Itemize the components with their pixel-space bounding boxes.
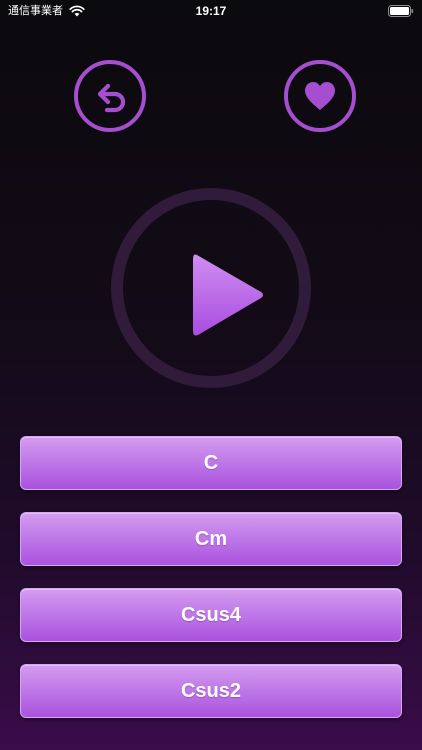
answer-button-csus4[interactable]: Csus4 (20, 588, 402, 642)
battery-icon (388, 5, 414, 17)
answer-list: C Cm Csus4 Csus2 (20, 436, 402, 740)
play-button[interactable] (111, 188, 311, 388)
back-button[interactable] (74, 60, 146, 132)
status-time: 19:17 (195, 4, 227, 18)
answer-button-csus2[interactable]: Csus2 (20, 664, 402, 718)
answer-button-cm[interactable]: Cm (20, 512, 402, 566)
favorite-button[interactable] (284, 60, 356, 132)
play-icon (193, 254, 263, 336)
undo-arrow-icon (97, 83, 126, 113)
heart-icon (305, 82, 335, 110)
status-bar: 通信事業者 19:17 (0, 0, 422, 22)
answer-button-c[interactable]: C (20, 436, 402, 490)
